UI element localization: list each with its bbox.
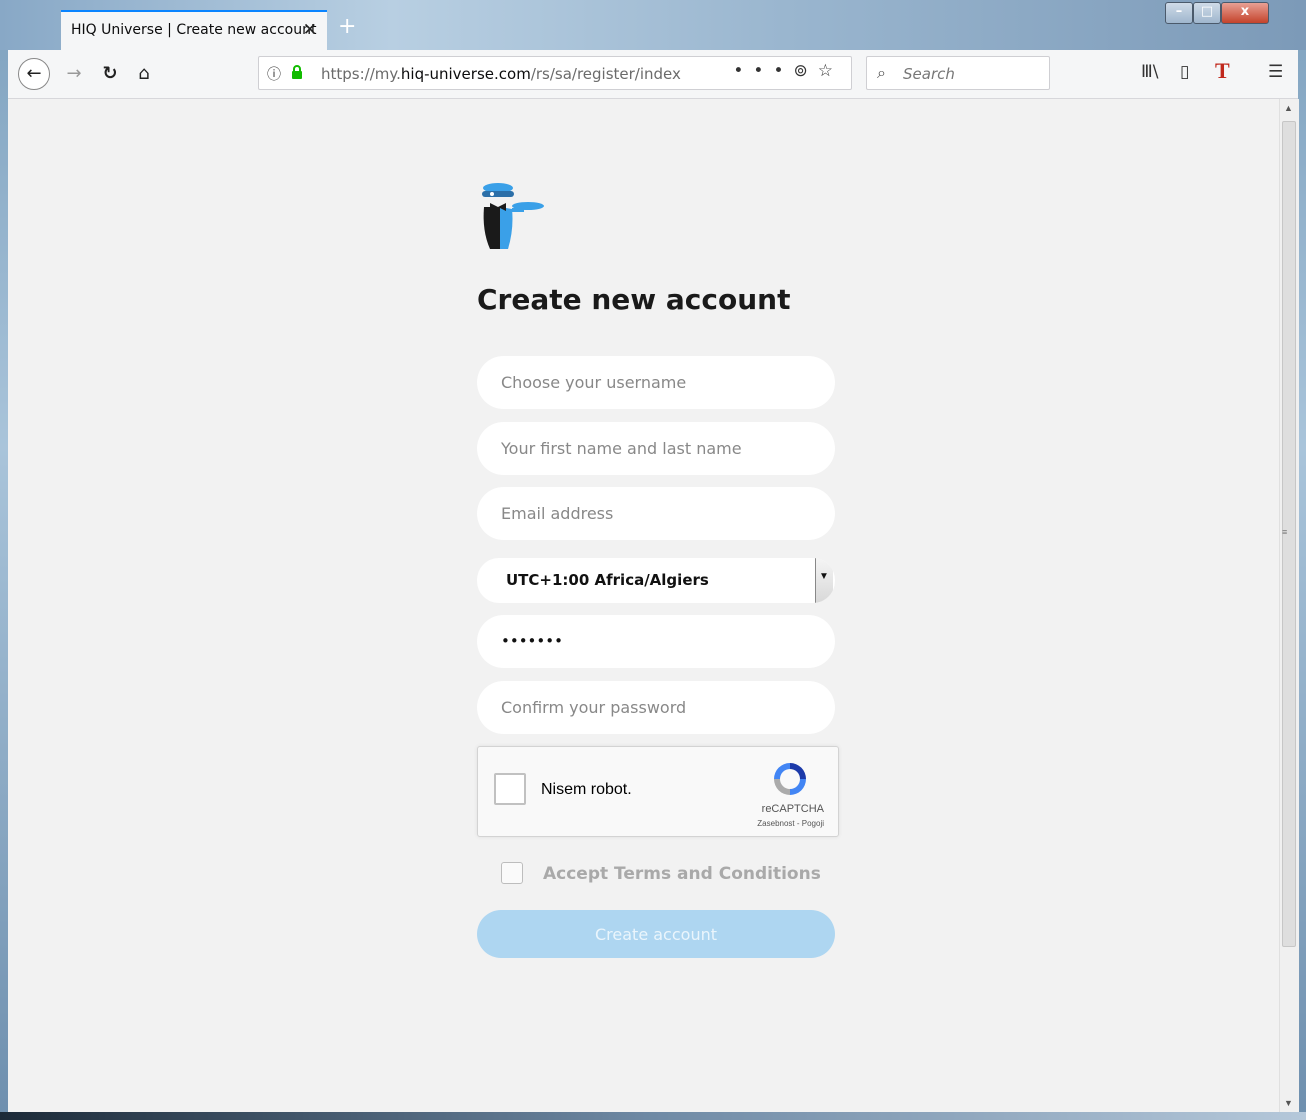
maximize-button[interactable]: □	[1193, 2, 1221, 24]
search-placeholder: Search	[903, 65, 955, 83]
forward-arrow-icon[interactable]: →	[60, 60, 88, 88]
search-icon: ⌕	[877, 63, 886, 82]
t-extension-icon[interactable]: T	[1215, 58, 1230, 84]
password-value: •••••••	[501, 632, 563, 650]
dropdown-button[interactable]: ▼	[815, 558, 833, 603]
recaptcha-widget: Nisem robot. reCAPTCHA Zasebnost - Pogoj…	[477, 746, 839, 837]
browser-window: HIQ Universe | Create new account ✕ + – …	[0, 0, 1306, 1120]
chevron-down-icon: ▼	[819, 571, 829, 582]
new-tab-button[interactable]: +	[338, 14, 356, 39]
vertical-scrollbar[interactable]: ▲ ≡ ▼	[1279, 99, 1299, 1112]
pocket-icon[interactable]: ⊚	[794, 61, 818, 81]
scroll-up-icon[interactable]: ▲	[1284, 103, 1293, 113]
minimize-button[interactable]: –	[1165, 2, 1193, 24]
recaptcha-logo-icon	[774, 763, 806, 795]
search-bar[interactable]: ⌕ Search	[866, 56, 1050, 90]
scroll-down-icon[interactable]: ▼	[1284, 1098, 1293, 1108]
url-text[interactable]: https://my.hiq-universe.com/rs/sa/regist…	[321, 65, 681, 83]
tab-title: HIQ Universe | Create new account	[71, 22, 317, 38]
recaptcha-brand: reCAPTCHA	[761, 803, 824, 815]
terms-label[interactable]: Accept Terms and Conditions	[543, 864, 821, 884]
menu-icon[interactable]: ☰	[1268, 62, 1283, 82]
home-icon[interactable]: ⌂	[130, 60, 158, 88]
hiq-butler-logo	[482, 183, 544, 249]
more-icon[interactable]: •••	[733, 61, 793, 81]
username-input[interactable]	[477, 356, 835, 409]
recaptcha-checkbox[interactable]	[494, 773, 526, 805]
url-actions: •••⊚☆	[733, 61, 843, 81]
timezone-selected-value: UTC+1:00 Africa/Algiers	[506, 571, 709, 589]
page-content: Create new account UTC+1:00 Africa/Algie…	[8, 99, 1279, 1112]
title-bar: HIQ Universe | Create new account ✕ + – …	[0, 0, 1306, 50]
info-icon[interactable]: ⓘ	[267, 64, 281, 84]
timezone-select[interactable]: UTC+1:00 Africa/Algiers ▼	[477, 558, 835, 603]
email-input[interactable]	[477, 487, 835, 540]
scroll-grip-icon: ≡	[1282, 527, 1288, 537]
library-icon[interactable]: Ⅲ\	[1141, 62, 1158, 82]
fullname-input[interactable]	[477, 422, 835, 475]
recaptcha-links[interactable]: Zasebnost - Pogoji	[757, 819, 824, 828]
navigation-toolbar: ← → ↻ ⌂ ⓘ https://my.hiq-universe.com/rs…	[8, 50, 1298, 99]
tab-close-icon[interactable]: ✕	[303, 20, 317, 40]
page-title: Create new account	[477, 283, 791, 316]
lock-icon[interactable]	[291, 65, 303, 79]
window-bottom-border	[0, 1112, 1306, 1120]
reload-icon[interactable]: ↻	[96, 60, 124, 88]
confirm-password-input[interactable]	[477, 681, 835, 734]
close-window-button[interactable]: x	[1221, 2, 1269, 24]
sidebar-icon[interactable]: ▯	[1180, 62, 1189, 82]
back-arrow-icon[interactable]: ←	[18, 58, 50, 90]
recaptcha-label: Nisem robot.	[541, 781, 632, 798]
create-account-button[interactable]: Create account	[477, 910, 835, 958]
url-bar[interactable]: ⓘ https://my.hiq-universe.com/rs/sa/regi…	[258, 56, 852, 90]
browser-tab[interactable]: HIQ Universe | Create new account ✕	[61, 10, 327, 50]
terms-checkbox[interactable]	[501, 862, 523, 884]
bookmark-star-icon[interactable]: ☆	[818, 61, 843, 81]
